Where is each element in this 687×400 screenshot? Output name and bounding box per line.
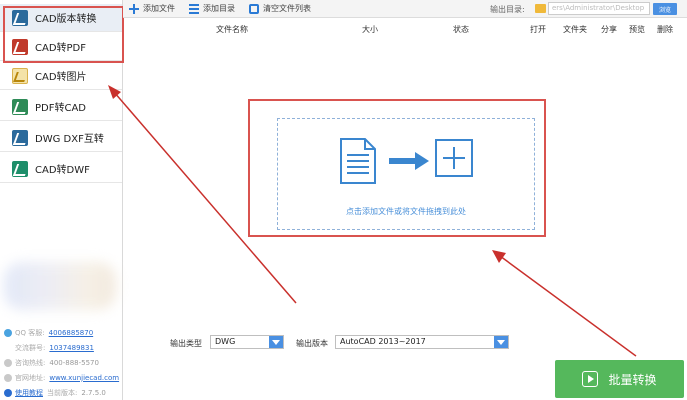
column-share: 分享 — [601, 25, 617, 34]
group-row: 交流群号: 1037489831 — [4, 341, 122, 354]
annotation-arrow-to-dropzone — [499, 255, 637, 357]
annotation-arrowhead — [492, 250, 506, 263]
arrow-right-icon — [389, 152, 429, 170]
column-size: 大小 — [362, 25, 378, 34]
dwg-file-icon — [12, 129, 28, 146]
qq-support-row: QQ 客服: 4006885870 — [4, 326, 122, 339]
phone-icon — [4, 358, 12, 367]
help-icon — [4, 388, 12, 397]
group-link[interactable]: 1037489831 — [49, 344, 94, 352]
group-icon — [4, 343, 12, 352]
version-label: 当前版本: — [47, 388, 78, 397]
dropzone-hint: 点击添加文件或将文件拖拽到此处 — [346, 207, 466, 216]
sidebar-item-dwg-dxf-convert[interactable]: DWG DXF互转 — [0, 124, 122, 152]
sidebar-highlight-box — [3, 6, 124, 63]
chevron-down-icon[interactable] — [494, 336, 508, 348]
sidebar-item-label: PDF转CAD — [35, 103, 87, 114]
output-dir-input[interactable]: ers\Administrator\Desktop — [548, 2, 650, 15]
phone-value: 400-888-5570 — [49, 358, 99, 367]
output-version-value: AutoCAD 2013~2017 — [340, 337, 426, 346]
qq-label: QQ 客服: — [15, 328, 45, 337]
clear-list-label: 清空文件列表 — [263, 4, 311, 13]
sidebar-item-cad-to-dwf[interactable]: CAD转DWF — [0, 155, 122, 183]
add-file-button[interactable]: 添加文件 — [129, 3, 175, 14]
clear-list-button[interactable]: 清空文件列表 — [249, 3, 311, 14]
sidebar-item-label: CAD转DWF — [35, 165, 90, 176]
group-label: 交流群号: — [15, 343, 46, 352]
play-icon — [582, 371, 599, 387]
plus-icon — [129, 3, 139, 14]
pdf-to-cad-icon — [12, 98, 28, 115]
output-type-select[interactable]: DWG — [210, 335, 284, 349]
batch-convert-label: 批量转换 — [608, 372, 657, 387]
phone-label: 咨询热线: — [15, 358, 46, 367]
add-file-label: 添加文件 — [143, 4, 175, 13]
version-row: 使用教程 当前版本: 2.7.5.0 — [4, 386, 122, 399]
phone-row: 咨询热线: 400-888-5570 — [4, 356, 122, 369]
globe-icon — [4, 373, 12, 382]
column-folder: 文件夹 — [563, 25, 587, 34]
column-file-name: 文件名称 — [216, 25, 248, 34]
column-status: 状态 — [453, 25, 469, 34]
add-folder-button[interactable]: 添加目录 — [189, 3, 235, 14]
add-file-plus-icon[interactable] — [435, 139, 473, 177]
sidebar-item-label: CAD转图片 — [35, 72, 87, 83]
blurred-banner — [4, 262, 116, 310]
list-icon — [189, 3, 199, 14]
toolbar: 添加文件 添加目录 清空文件列表 输出目录: ers\Administrator… — [123, 0, 687, 18]
output-version-label: 输出版本 — [296, 339, 328, 348]
add-folder-label: 添加目录 — [203, 4, 235, 13]
version-value: 2.7.5.0 — [81, 388, 106, 397]
site-label: 官网地址: — [15, 373, 46, 382]
tutorial-link[interactable]: 使用教程 — [15, 388, 43, 398]
dwf-file-icon — [12, 160, 28, 177]
browse-button[interactable]: 浏览 — [653, 3, 677, 15]
folder-icon[interactable] — [535, 4, 546, 13]
qq-icon — [4, 328, 12, 337]
qq-link[interactable]: 4006885870 — [49, 329, 94, 337]
column-preview: 预览 — [629, 25, 645, 34]
site-row: 官网地址: www.xunjiecad.com — [4, 371, 122, 384]
output-version-select[interactable]: AutoCAD 2013~2017 — [335, 335, 509, 349]
image-file-icon — [12, 67, 28, 84]
sidebar-item-cad-to-image[interactable]: CAD转图片 — [0, 62, 122, 90]
output-type-label: 输出类型 — [170, 339, 202, 348]
clear-icon — [249, 3, 259, 14]
column-delete: 删除 — [657, 25, 673, 34]
batch-convert-button[interactable]: 批量转换 — [555, 360, 684, 398]
output-dir-label: 输出目录: — [490, 5, 525, 14]
chevron-down-icon[interactable] — [269, 336, 283, 348]
output-type-value: DWG — [215, 337, 236, 346]
document-icon — [340, 138, 376, 184]
site-link[interactable]: www.xunjiecad.com — [49, 374, 119, 382]
column-open: 打开 — [530, 25, 546, 34]
sidebar-item-pdf-to-cad[interactable]: PDF转CAD — [0, 93, 122, 121]
sidebar-item-label: DWG DXF互转 — [35, 134, 104, 145]
